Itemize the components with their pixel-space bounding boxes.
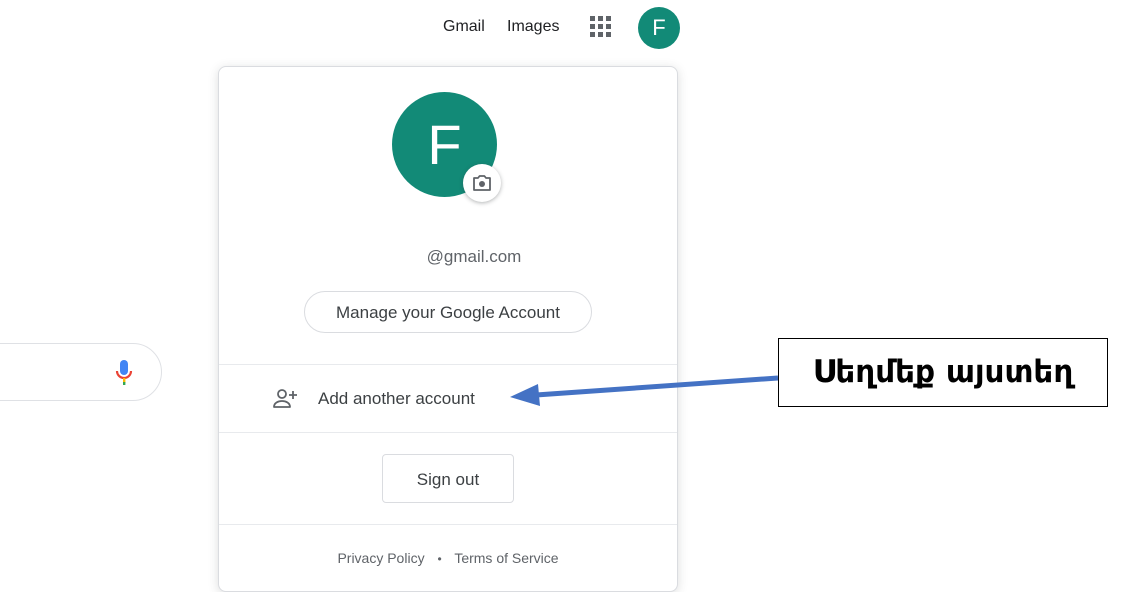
add-another-account-label: Add another account (318, 389, 475, 408)
search-box[interactable] (0, 343, 162, 401)
microphone-icon[interactable] (114, 359, 134, 387)
images-link[interactable]: Images (507, 16, 559, 38)
sign-out-button[interactable]: Sign out (382, 454, 514, 503)
camera-icon (473, 175, 491, 191)
divider (219, 524, 677, 525)
divider (219, 432, 677, 433)
account-panel: F @gmail.com Manage your Google Account … (218, 66, 678, 592)
person-add-icon (273, 389, 297, 408)
divider (219, 364, 677, 365)
manage-account-button[interactable]: Manage your Google Account (304, 291, 592, 333)
change-photo-button[interactable] (463, 164, 501, 202)
footer-links: Privacy Policy • Terms of Service (219, 548, 677, 569)
apps-grid-icon[interactable] (590, 16, 612, 38)
add-another-account-item[interactable]: Add another account (219, 366, 677, 432)
account-email: @gmail.com (426, 247, 522, 266)
gmail-link[interactable]: Gmail (443, 16, 485, 38)
privacy-policy-link[interactable]: Privacy Policy (337, 550, 424, 566)
annotation-callout: Սեղմեք այստեղ (778, 338, 1108, 407)
account-avatar-button[interactable]: F (638, 7, 680, 49)
footer-separator: • (437, 552, 442, 566)
terms-of-service-link[interactable]: Terms of Service (454, 550, 558, 566)
